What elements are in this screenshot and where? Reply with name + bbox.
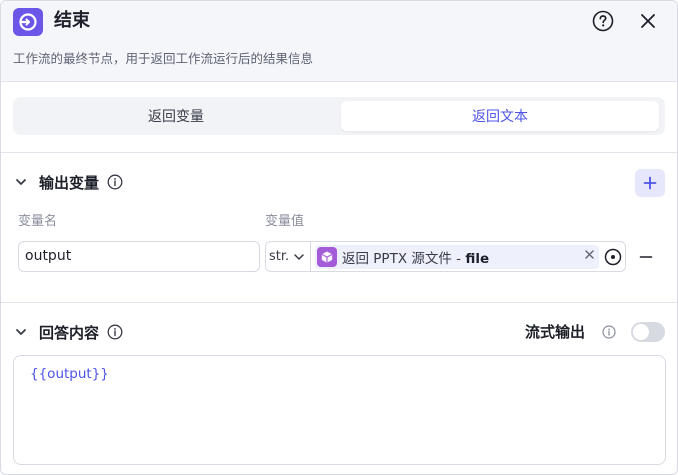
info-icon[interactable]: [602, 324, 616, 339]
stream-output-toggle[interactable]: [631, 322, 665, 342]
clear-reference-icon[interactable]: [583, 248, 595, 260]
tab-return-variables[interactable]: 返回变量: [17, 101, 335, 131]
tab-return-text[interactable]: 返回文本: [341, 101, 659, 131]
info-icon[interactable]: [107, 174, 123, 190]
variable-type-value: str.: [269, 249, 290, 264]
panel-description: 工作流的最终节点，用于返回工作流运行后的结果信息: [13, 51, 314, 66]
plus-icon: [643, 176, 657, 190]
chevron-down-icon[interactable]: [13, 174, 29, 190]
column-label-name: 变量名: [18, 214, 58, 229]
output-section-title: 输出变量: [39, 173, 100, 192]
select-variable-icon[interactable]: [603, 247, 623, 267]
cube-icon: [317, 247, 337, 267]
output-section-header: 输出变量: [13, 169, 123, 195]
tabs-divider: [1, 152, 677, 153]
column-label-value: 变量值: [265, 214, 305, 229]
end-node-panel: 结束 工作流的最终节点，用于返回工作流运行后的结果信息 返回变量 返回文本 输出…: [0, 0, 678, 475]
section-divider: [1, 302, 677, 303]
variable-value-field[interactable]: 返回 PPTX 源文件 - file: [310, 241, 626, 272]
remove-variable-button[interactable]: [637, 248, 655, 266]
stream-output-label: 流式输出: [525, 323, 586, 341]
return-mode-tabs: 返回变量 返回文本: [13, 97, 665, 135]
answer-section-header: 回答内容: [13, 319, 123, 345]
chevron-down-icon: [294, 253, 304, 260]
variable-reference-text: 返回 PPTX 源文件 - file: [342, 251, 490, 267]
answer-section-title: 回答内容: [39, 323, 100, 342]
variable-type-select[interactable]: str.: [265, 241, 311, 272]
header-divider: [1, 81, 677, 82]
minus-icon: [639, 256, 653, 258]
variable-reference-tag[interactable]: 返回 PPTX 源文件 - file: [315, 245, 599, 269]
panel-header: 结束 工作流的最终节点，用于返回工作流运行后的结果信息: [1, 1, 677, 81]
toggle-knob: [633, 324, 649, 340]
close-icon[interactable]: [637, 10, 659, 32]
add-variable-button[interactable]: [635, 169, 665, 197]
panel-title: 结束: [54, 10, 90, 31]
variable-name-input[interactable]: output: [18, 241, 260, 272]
answer-content-editor[interactable]: {{output}}: [13, 355, 666, 465]
chevron-down-icon[interactable]: [13, 324, 29, 340]
info-icon[interactable]: [107, 324, 123, 340]
end-node-icon: [13, 8, 43, 36]
help-icon[interactable]: [592, 10, 614, 32]
